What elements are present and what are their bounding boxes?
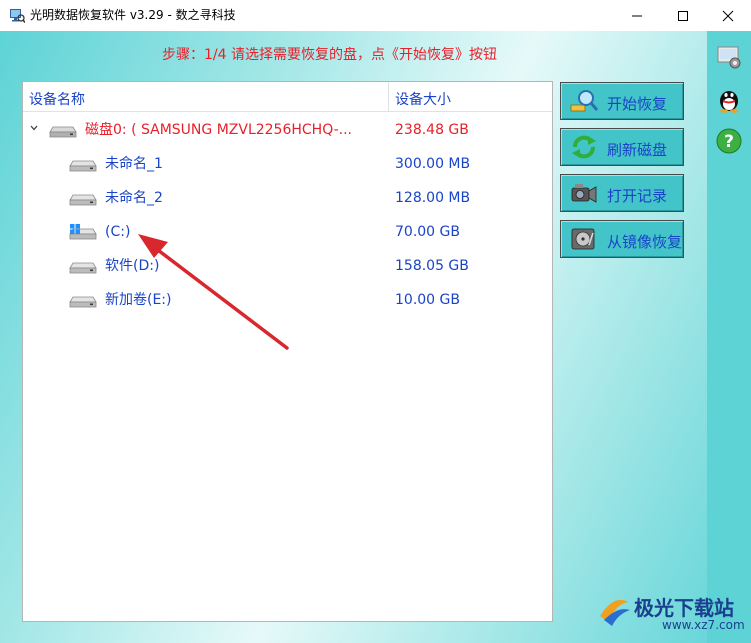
settings-icon[interactable] bbox=[715, 43, 743, 71]
device-size: 70.00 GB bbox=[395, 224, 460, 240]
device-size: 158.05 GB bbox=[395, 258, 469, 274]
maximize-button[interactable] bbox=[660, 0, 706, 31]
drive-icon bbox=[69, 262, 97, 274]
windows-drive-icon bbox=[69, 224, 97, 240]
magnifier-icon bbox=[570, 90, 599, 112]
chevron-down-icon[interactable] bbox=[29, 123, 39, 133]
refresh-icon bbox=[572, 135, 596, 159]
column-separator[interactable] bbox=[388, 82, 389, 112]
device-list[interactable]: 设备名称 设备大小 磁盘0: ( SAMSUNG MZVL2256HCHQ-..… bbox=[22, 81, 553, 622]
partition-row[interactable]: (C:) 70.00 GB bbox=[23, 215, 552, 249]
device-name: 未命名_2 bbox=[105, 190, 163, 206]
device-size: 10.00 GB bbox=[395, 292, 460, 308]
device-name: 软件(D:) bbox=[105, 258, 160, 274]
refresh-disk-label: 刷新磁盘 bbox=[607, 141, 668, 159]
restore-from-image-label: 从镜像恢复 bbox=[607, 233, 683, 251]
title-bar: 光明数据恢复软件 v3.29 - 数之寻科技 bbox=[0, 0, 751, 31]
watermark-url: www.xz7.com bbox=[662, 618, 745, 632]
svg-text:?: ? bbox=[724, 132, 734, 152]
device-size: 300.00 MB bbox=[395, 156, 471, 172]
camera-icon bbox=[571, 184, 597, 203]
step-instruction: 步骤：1/4 请选择需要恢复的盘，点《开始恢复》按钮 bbox=[162, 47, 497, 63]
hdd-icon bbox=[49, 126, 77, 138]
disk-image-icon bbox=[571, 228, 595, 250]
drive-icon bbox=[69, 296, 97, 308]
partition-row[interactable]: 软件(D:) 158.05 GB bbox=[23, 249, 552, 283]
start-recovery-button[interactable]: 开始恢复 bbox=[560, 82, 684, 120]
close-icon bbox=[722, 10, 734, 21]
column-header-name[interactable]: 设备名称 bbox=[29, 89, 85, 109]
window-title: 光明数据恢复软件 v3.29 - 数之寻科技 bbox=[30, 8, 236, 22]
refresh-disk-button[interactable]: 刷新磁盘 bbox=[560, 128, 684, 166]
right-sidebar: ? bbox=[707, 31, 751, 643]
open-record-label: 打开记录 bbox=[607, 187, 668, 205]
device-list-header: 设备名称 设备大小 bbox=[23, 82, 552, 112]
device-name: 磁盘0: ( SAMSUNG MZVL2256HCHQ-... bbox=[85, 122, 353, 138]
watermark-logo-icon bbox=[600, 599, 630, 626]
drive-icon bbox=[69, 194, 97, 206]
help-icon[interactable]: ? bbox=[715, 127, 743, 155]
maximize-icon bbox=[678, 10, 688, 21]
disk-row[interactable]: 磁盘0: ( SAMSUNG MZVL2256HCHQ-... 238.48 G… bbox=[23, 113, 552, 147]
minimize-icon bbox=[632, 15, 642, 16]
restore-from-image-button[interactable]: 从镜像恢复 bbox=[560, 220, 684, 258]
drive-icon bbox=[69, 160, 97, 172]
device-size: 238.48 GB bbox=[395, 122, 469, 138]
app-icon bbox=[10, 9, 25, 23]
watermark: 极光下载站 www.xz7.com bbox=[590, 590, 750, 640]
device-name: (C:) bbox=[105, 224, 131, 240]
close-button[interactable] bbox=[705, 0, 751, 31]
open-record-button[interactable]: 打开记录 bbox=[560, 174, 684, 212]
qq-icon[interactable] bbox=[715, 85, 743, 113]
minimize-button[interactable] bbox=[614, 0, 660, 31]
device-name: 新加卷(E:) bbox=[105, 292, 172, 308]
client-area: 步骤：1/4 请选择需要恢复的盘，点《开始恢复》按钮 设备名称 设备大小 磁盘0… bbox=[0, 31, 751, 643]
partition-row[interactable]: 未命名_1 300.00 MB bbox=[23, 147, 552, 181]
partition-row[interactable]: 未命名_2 128.00 MB bbox=[23, 181, 552, 215]
watermark-text: 极光下载站 bbox=[634, 596, 734, 620]
column-header-size[interactable]: 设备大小 bbox=[395, 89, 451, 109]
partition-row[interactable]: 新加卷(E:) 10.00 GB bbox=[23, 283, 552, 317]
device-size: 128.00 MB bbox=[395, 190, 471, 206]
start-recovery-label: 开始恢复 bbox=[607, 95, 668, 113]
device-name: 未命名_1 bbox=[105, 156, 163, 172]
